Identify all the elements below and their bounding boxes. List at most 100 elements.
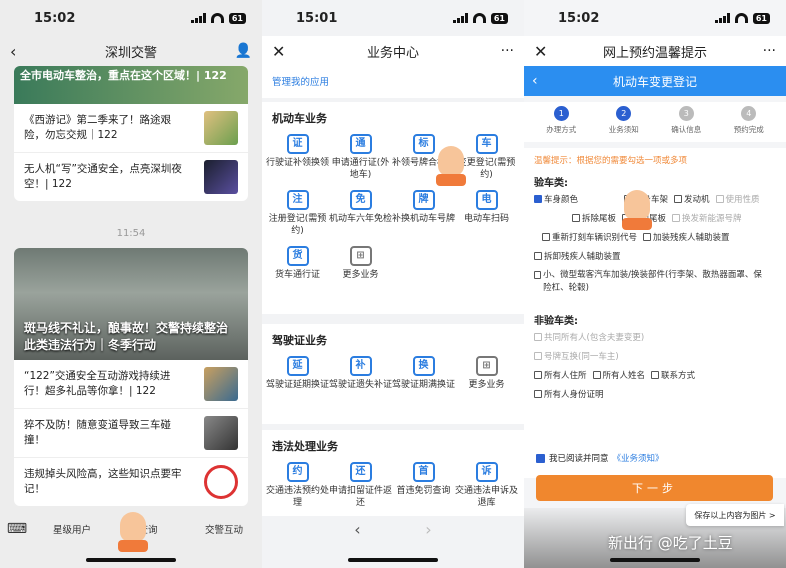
pointing-hand-icon — [622, 190, 652, 230]
list-item[interactable]: “122”交通安全互动游戏持续进行！超多礼品等你拿！| 122 — [14, 360, 248, 409]
service-item-more[interactable]: ⊞ 更多业务 — [329, 242, 392, 298]
list-item[interactable]: 无人机“写”交通安全，点亮深圳夜空！| 122 — [14, 153, 248, 201]
news-banner[interactable]: 全市电动车整治，重点在这个区域！| 122 — [14, 66, 248, 104]
plate-icon: 牌 — [412, 190, 435, 210]
signal-icon — [714, 13, 730, 23]
checkbox-option[interactable]: 号牌互换(同一车主) — [534, 350, 764, 362]
close-icon[interactable]: ✕ — [272, 42, 285, 61]
expire-icon: 换 — [412, 356, 435, 376]
checkbox-option[interactable]: 联系方式 — [651, 369, 695, 381]
section-title: 驾驶证业务 — [272, 334, 327, 347]
service-item-more[interactable]: ⊞ 更多业务 — [455, 352, 518, 408]
status-time: 15:02 — [558, 10, 600, 26]
checkbox-option[interactable]: 拆卸残疾人辅助装置 — [534, 250, 621, 262]
forward-arrow-icon[interactable]: › — [425, 520, 431, 539]
checkbox-option[interactable]: 共同所有人(包含夫妻变更) — [534, 331, 764, 343]
return-icon: 还 — [349, 462, 372, 482]
more-icon[interactable]: ··· — [763, 43, 776, 59]
list-item[interactable]: 猝不及防！随意变道导致三车碰撞！ — [14, 409, 248, 458]
checkbox-option[interactable]: 发动机 — [674, 193, 710, 205]
group-title: 验车类: — [534, 178, 568, 189]
close-icon[interactable]: ✕ — [534, 42, 547, 61]
first-offense-icon: 首 — [412, 462, 435, 482]
license-icon: 证 — [286, 134, 309, 154]
service-item[interactable]: 延驾驶证延期换证 — [266, 352, 329, 408]
service-item[interactable]: 牌补换机动车号牌 — [392, 186, 455, 242]
service-item[interactable]: 免机动车六年免检 — [329, 186, 392, 242]
page-title: 深圳交警 — [104, 45, 157, 61]
agree-checkbox[interactable] — [536, 453, 545, 463]
section-title: 违法处理业务 — [272, 440, 338, 453]
service-item[interactable]: 还申请扣留证件返还 — [329, 458, 392, 514]
list-item[interactable]: 《西游记》第二季来了！路途艰险，勿忘交规｜122 — [14, 104, 248, 153]
wifi-icon — [210, 13, 224, 23]
checkbox-option[interactable]: 使用性质 — [715, 193, 760, 205]
news-card-top: 全市电动车整治，重点在这个区域！| 122 《西游记》第二季来了！路途艰险，勿忘… — [14, 66, 248, 201]
checkbox-option[interactable]: 重新打刻车辆识别代号 — [542, 231, 637, 243]
photo-caption: 斑马线不礼让，酿事故！交警持续整治此类违法行为｜冬季行动 — [24, 321, 229, 352]
checkbox-option[interactable]: 拆除尾板 — [572, 212, 616, 224]
manage-apps-link[interactable]: 管理我的应用 — [272, 74, 329, 88]
checkbox-option[interactable]: 所有人身份证明 — [534, 388, 604, 400]
service-item[interactable]: 诉交通违法申诉及退库 — [455, 458, 518, 514]
step-4: 4 预约完成 — [720, 102, 778, 142]
section-title: 机动车业务 — [272, 112, 327, 125]
terms-link[interactable]: 《业务须知》 — [613, 452, 664, 464]
pass-icon: 通 — [349, 134, 372, 154]
home-indicator — [348, 558, 438, 562]
back-icon[interactable]: ‹ — [532, 73, 538, 89]
section-vehicle: 机动车业务 证行驶证补领换领 通申请通行证(外地车) 标补领号牌合标志 车变更登… — [262, 102, 524, 314]
back-arrow-icon[interactable]: ‹ — [354, 520, 360, 539]
news-thumbnail — [204, 416, 238, 450]
agreement-row[interactable]: 我已阅读并同意 《业务须知》 — [536, 452, 664, 464]
form-header: ‹ 机动车变更登记 — [524, 66, 786, 96]
service-item[interactable]: 通申请通行证(外地车) — [329, 130, 392, 186]
news-thumbnail — [204, 367, 238, 401]
news-photo[interactable]: 斑马线不礼让，酿事故！交警持续整治此类违法行为｜冬季行动 — [14, 248, 248, 360]
service-item[interactable]: 货货车通行证 — [266, 242, 329, 298]
more-icon[interactable]: ··· — [501, 43, 514, 59]
battery-icon: 61 — [490, 12, 508, 24]
page-title: 业务中心 — [366, 45, 419, 61]
group2-options: 共同所有人(包含夫妻变更) 号牌互换(同一车主) 所有人住所 所有人姓名 联系方… — [534, 331, 776, 407]
news-thumbnail — [204, 111, 238, 145]
checkbox-option[interactable]: 车身颜色 — [534, 193, 578, 205]
nav-bar: ✕ 网上预约温馨提示 ··· — [524, 36, 786, 66]
grid-icon: ⊞ — [349, 246, 372, 266]
form-title: 机动车变更登记 — [612, 74, 697, 89]
status-bar: 15:02 61 — [0, 0, 262, 36]
signal-icon — [190, 13, 206, 23]
tab-star-user[interactable]: 星级用户 — [34, 522, 110, 536]
pointing-hand-icon — [436, 146, 466, 186]
service-item[interactable]: 约交通违法预约处理 — [266, 458, 329, 514]
service-item[interactable]: 补驾驶证遗失补证 — [329, 352, 392, 408]
checkbox-option[interactable]: 换发新能源号牌 — [672, 212, 742, 224]
phone-panel-business: 15:01 61 ✕ 业务中心 ··· 管理我的应用 机动车业务 证行驶证补领换… — [262, 0, 524, 568]
user-icon[interactable]: 👤 — [235, 43, 252, 59]
checkbox-option[interactable]: 所有人住所 — [534, 369, 587, 381]
phone-panel-change-register: 15:02 61 ✕ 网上预约温馨提示 ··· ‹ 机动车变更登记 1 办理方式 … — [524, 0, 786, 568]
service-item[interactable]: 电电动车扫码 — [455, 186, 518, 242]
back-icon[interactable]: ‹ — [10, 42, 16, 61]
truck-icon: 货 — [286, 246, 309, 266]
nav-bar: ✕ 业务中心 ··· — [262, 36, 524, 66]
service-item[interactable]: 首首违免罚查询 — [392, 458, 455, 514]
list-item[interactable]: 违规掉头风险高，这些知识点要牢记！ — [14, 458, 248, 506]
keyboard-icon[interactable]: ⌨ — [0, 521, 34, 537]
save-image-toast[interactable]: 保存以上内容为图片 > — [686, 504, 784, 526]
service-item[interactable]: 注注册登记(需预约) — [266, 186, 329, 242]
step-3: 3 确认信息 — [657, 102, 715, 142]
section-violation: 违法处理业务 约交通违法预约处理 还申请扣留证件返还 首首违免罚查询 诉交通违法… — [262, 430, 524, 516]
service-item[interactable]: 证行驶证补领换领 — [266, 130, 329, 186]
checkbox-option[interactable]: 所有人姓名 — [592, 369, 645, 381]
status-time: 15:01 — [296, 10, 338, 26]
battery-icon: 61 — [228, 12, 246, 24]
tab-police-interact[interactable]: 交警互动 — [186, 522, 262, 536]
service-item[interactable]: 换驾驶证期满换证 — [392, 352, 455, 408]
next-button[interactable]: 下一步 — [536, 475, 773, 501]
status-bar: 15:02 61 — [524, 0, 786, 36]
page-title: 网上预约温馨提示 — [602, 45, 707, 61]
checkbox-option[interactable]: 小、微型载客汽车加装/换装部件(行李架、散热器面罩、保险杠、轮毂) — [534, 269, 770, 295]
status-time: 15:02 — [34, 10, 76, 26]
checkbox-option[interactable]: 加装残疾人辅助装置 — [643, 231, 730, 243]
